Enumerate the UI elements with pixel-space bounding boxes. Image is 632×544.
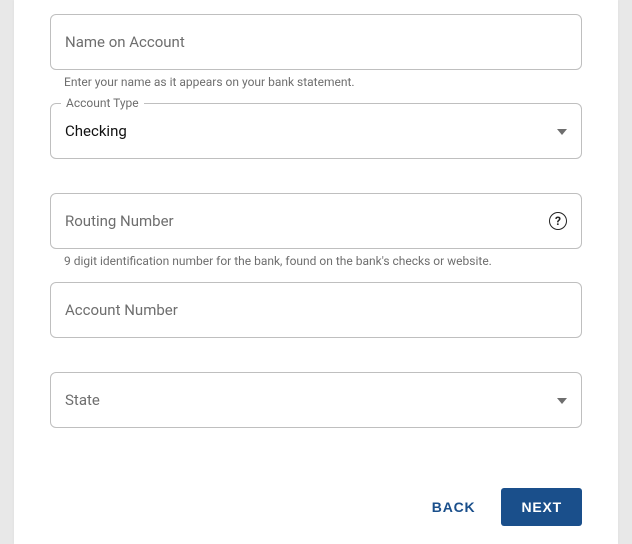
routing-number-placeholder: Routing Number [65, 212, 541, 230]
routing-number-field: Routing Number ? 9 digit identification … [50, 193, 582, 268]
name-on-account-input[interactable]: Name on Account [50, 14, 582, 70]
account-number-input[interactable]: Account Number [50, 282, 582, 338]
chevron-down-icon [557, 124, 567, 138]
name-on-account-helper: Enter your name as it appears on your ba… [50, 70, 582, 89]
account-type-legend: Account Type [61, 96, 144, 110]
name-on-account-placeholder: Name on Account [65, 33, 567, 51]
back-button[interactable]: BACK [428, 489, 480, 525]
state-select[interactable]: State [50, 372, 582, 428]
payment-form-card: Name on Account Enter your name as it ap… [14, 0, 618, 544]
account-type-value: Checking [65, 122, 549, 140]
name-on-account-field: Name on Account Enter your name as it ap… [50, 14, 582, 89]
routing-number-helper: 9 digit identification number for the ba… [50, 249, 582, 268]
state-placeholder: State [65, 391, 549, 409]
chevron-down-icon [557, 393, 567, 407]
form-actions: BACK NEXT [428, 488, 582, 526]
next-button[interactable]: NEXT [501, 488, 582, 526]
help-icon[interactable]: ? [549, 212, 567, 230]
state-field: State [50, 372, 582, 428]
account-type-field: Account Type Checking [50, 103, 582, 159]
account-number-placeholder: Account Number [65, 301, 567, 319]
routing-number-input[interactable]: Routing Number ? [50, 193, 582, 249]
account-number-field: Account Number [50, 282, 582, 338]
account-type-select[interactable]: Account Type Checking [50, 103, 582, 159]
